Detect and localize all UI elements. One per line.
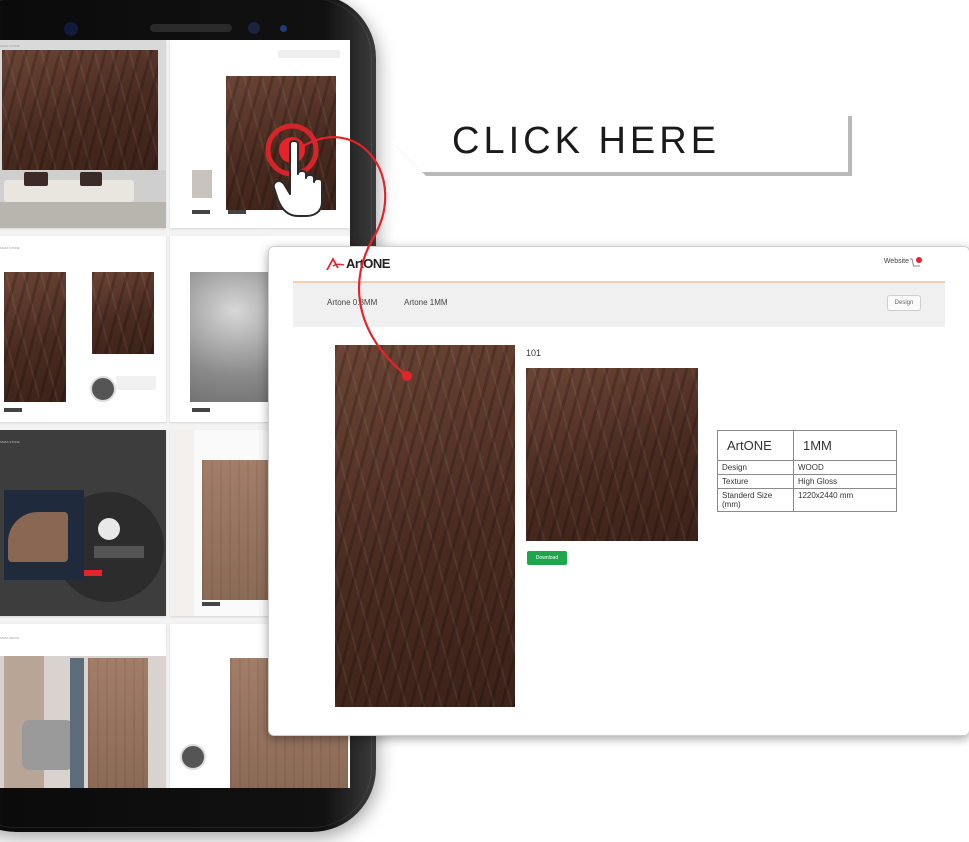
catalog-page-3-left[interactable]: SMAS STONE [0,430,166,616]
product-code: 101 [526,348,542,358]
product-image-thumbnail[interactable] [526,368,698,541]
website-link[interactable]: Website [884,258,909,265]
nav-item-artone-1mm[interactable]: Artone 1MM [404,298,448,307]
spec-brand: ArtONE [717,430,794,461]
spec-table: ArtONE 1MM Design WOOD Texture High Glos… [717,430,897,512]
spec-label: Standerd Size (mm) [717,488,794,512]
logo-icon [326,256,345,270]
catalog-page-1-left[interactable]: SMAS STONE [0,40,166,228]
click-here-callout: CLICK HERE [392,112,852,176]
cart-icon [910,257,922,267]
front-camera [64,22,78,36]
logo-text: ArtONE [346,256,390,271]
website-window: ArtONE Website Artone 0.8MM Artone 1MM D… [268,246,969,736]
catalog-page-2-left[interactable]: SMAS STONE [0,236,166,422]
spec-value: 1220x2440 mm [793,488,897,512]
page-label: SMAS STONE [0,246,20,250]
catalog-page-4-left[interactable]: SMAS WOOD [0,624,166,788]
site-header: ArtONE Website [269,247,969,281]
spec-value: WOOD [793,460,897,475]
spec-label: Design [717,460,794,475]
product-image-large[interactable] [335,345,515,707]
page-label: SMAS WOOD [0,636,20,640]
spec-label: Texture [717,474,794,489]
cart-button[interactable] [909,256,923,275]
sensor-light [280,25,287,32]
page-label: SMAS STONE [0,440,20,444]
callout-text: CLICK HERE [452,120,721,162]
catalog-page-1-right[interactable] [170,40,350,228]
site-logo[interactable]: ArtONE [326,256,390,271]
phone-speaker [150,24,232,32]
sensor [248,22,260,34]
product-nav: Artone 0.8MM Artone 1MM Design [293,281,945,327]
spec-value: High Gloss [793,474,897,489]
design-button[interactable]: Design [887,295,921,311]
page-label: SMAS STONE [0,44,20,48]
nav-item-artone-08[interactable]: Artone 0.8MM [327,298,377,307]
download-button[interactable]: Download [527,551,567,565]
spec-thickness: 1MM [793,430,897,461]
